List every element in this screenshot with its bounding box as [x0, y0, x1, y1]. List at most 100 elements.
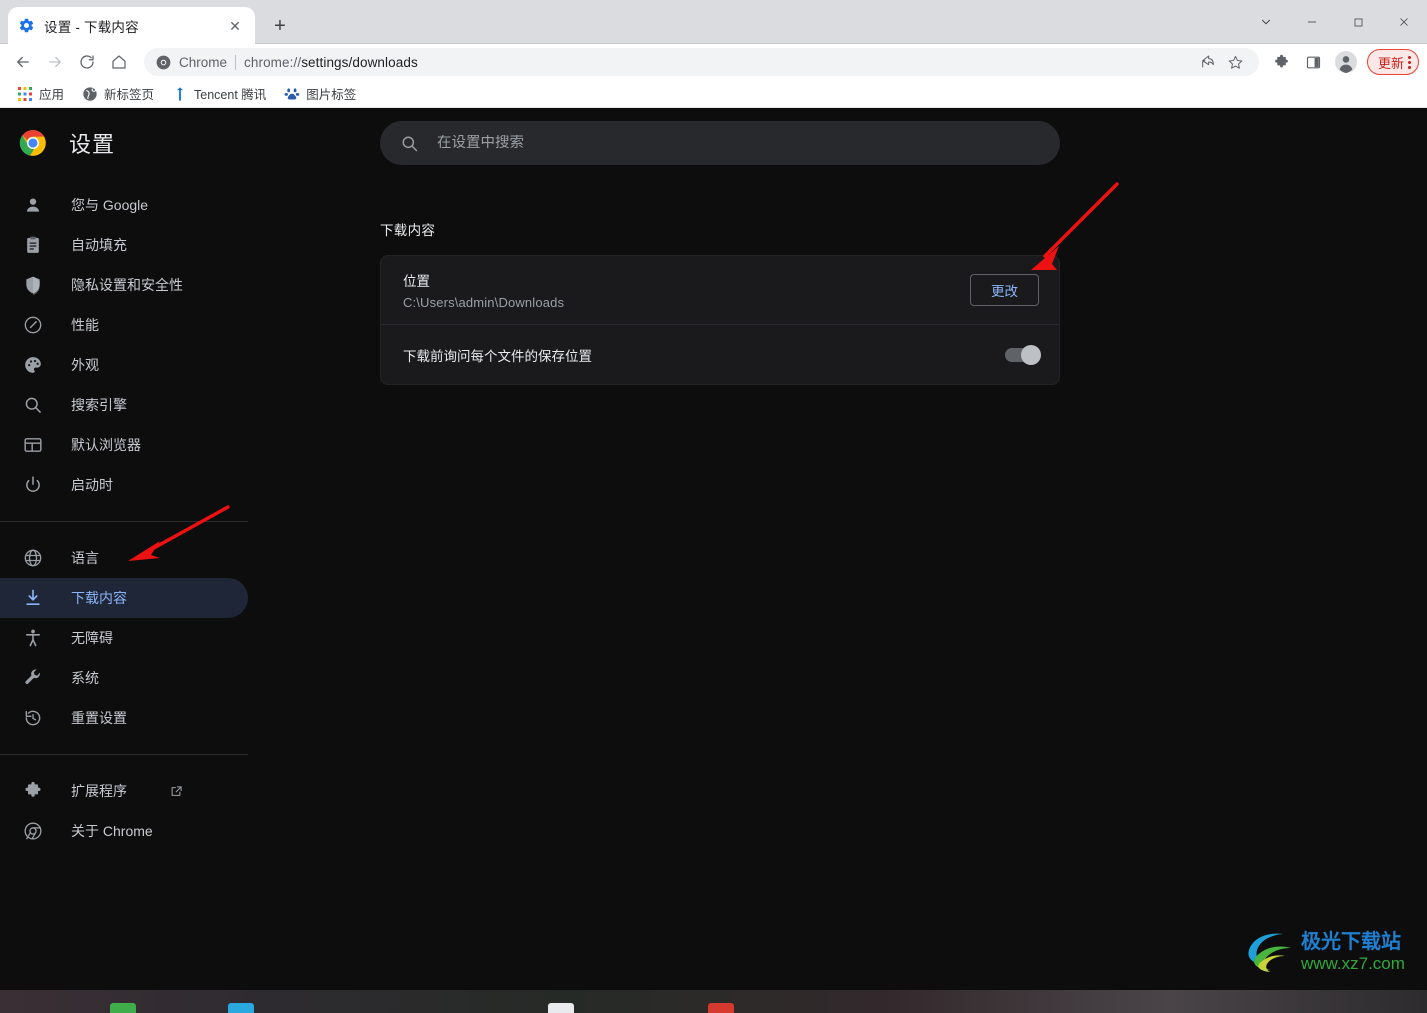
settings-main: 下载内容 位置 C:\Users\admin\Downloads 更改 下载前询… [280, 109, 1427, 990]
chrome-icon [23, 821, 43, 841]
tab-close-icon[interactable]: ✕ [225, 16, 245, 36]
sidebar-item-appearance[interactable]: 外观 [0, 345, 248, 385]
windows-taskbar[interactable] [0, 990, 1427, 1013]
chrome-icon [156, 55, 171, 70]
sidebar-item-autofill[interactable]: 自动填充 [0, 225, 248, 265]
bookmark-tencent[interactable]: Tencent 腾讯 [165, 81, 273, 106]
settings-sidebar: 设置 您与 Google 自动填充 隐私设置和安全性 性能 外观 搜索引擎 默认… [0, 109, 280, 990]
location-label: 位置 [403, 274, 430, 289]
reload-icon[interactable] [72, 47, 102, 77]
search-box[interactable] [380, 121, 1060, 165]
sidebar-item-extensions[interactable]: 扩展程序 [0, 771, 248, 811]
settings-page: 设置 您与 Google 自动填充 隐私设置和安全性 性能 外观 搜索引擎 默认… [0, 109, 1427, 990]
title-bar: 设置 - 下载内容 ✕ + [0, 0, 1427, 44]
sidebar-item-reset-settings[interactable]: 重置设置 [0, 698, 248, 738]
taskbar-icon-1[interactable] [110, 1003, 136, 1013]
address-bar[interactable]: Chrome chrome://settings/downloads [144, 48, 1259, 76]
bookmark-new-tab[interactable]: 新标签页 [75, 81, 161, 106]
sidebar-item-label: 重置设置 [71, 710, 127, 726]
tencent-icon [172, 86, 188, 102]
sidebar-item-label: 启动时 [71, 477, 113, 493]
extensions-puzzle-icon[interactable] [1267, 47, 1297, 77]
taskbar-icon-4[interactable] [708, 1003, 734, 1013]
omnibox-separator [235, 54, 237, 70]
sidebar-item-label: 系统 [71, 670, 99, 686]
watermark-logo: 极光下载站 www.xz7.com [1248, 929, 1405, 973]
sidebar-item-search-engine[interactable]: 搜索引擎 [0, 385, 248, 425]
globe-icon [23, 548, 43, 568]
sidebar-item-you-and-google[interactable]: 您与 Google [0, 185, 248, 225]
maximize-button[interactable] [1335, 0, 1381, 44]
bookmark-star-icon[interactable] [1223, 49, 1249, 75]
omnibox-app-label: Chrome [179, 54, 228, 70]
sidebar-item-label: 无障碍 [71, 630, 113, 646]
sidebar-item-performance[interactable]: 性能 [0, 305, 248, 345]
sidebar-item-label: 扩展程序 [71, 783, 127, 799]
palette-icon [23, 355, 43, 375]
window-controls [1243, 0, 1427, 44]
sidebar-item-about-chrome[interactable]: 关于 Chrome [0, 811, 248, 851]
sidebar-item-privacy-security[interactable]: 隐私设置和安全性 [0, 265, 248, 305]
change-location-button[interactable]: 更改 [970, 274, 1039, 306]
sidebar-item-accessibility[interactable]: 无障碍 [0, 618, 248, 658]
bookmark-image-tag[interactable]: 图片标签 [277, 81, 363, 106]
bookmark-apps[interactable]: 应用 [10, 81, 71, 106]
close-button[interactable] [1381, 0, 1427, 44]
ask-where-to-save-toggle[interactable] [1005, 344, 1041, 365]
browser-window-icon [23, 435, 43, 455]
download-location-row: 位置 C:\Users\admin\Downloads 更改 [381, 256, 1059, 324]
minimize-button[interactable] [1289, 0, 1335, 44]
sidebar-item-label: 下载内容 [71, 590, 127, 606]
update-button[interactable]: 更新 [1366, 49, 1419, 75]
search-icon [400, 134, 419, 153]
watermark-url: www.xz7.com [1300, 954, 1405, 973]
apps-grid-icon [17, 86, 33, 102]
taskbar-icon-3[interactable] [548, 1003, 574, 1013]
page-title: 设置 [69, 132, 116, 157]
ask-label: 下载前询问每个文件的保存位置 [403, 348, 592, 364]
speedometer-icon [23, 315, 43, 335]
sidebar-item-label: 外观 [71, 357, 99, 373]
taskbar-icon-2[interactable] [228, 1003, 254, 1013]
browser-toolbar: Chrome chrome://settings/downloads 更新 [0, 44, 1427, 80]
new-tab-button[interactable]: + [266, 12, 294, 40]
share-icon[interactable] [1195, 49, 1221, 75]
wrench-icon [23, 668, 43, 688]
sidebar-item-label: 关于 Chrome [71, 823, 153, 839]
sidebar-item-label: 您与 Google [71, 197, 149, 213]
sidebar-divider-2 [0, 754, 248, 755]
bookmark-label: 应用 [39, 88, 65, 102]
sidebar-item-system[interactable]: 系统 [0, 658, 248, 698]
download-icon [23, 588, 43, 608]
profile-avatar-icon[interactable] [1331, 47, 1361, 77]
sidebar-item-label: 语言 [71, 550, 99, 566]
omnibox-actions [1195, 49, 1249, 75]
update-label: 更新 [1377, 55, 1404, 71]
sidebar-item-label: 隐私设置和安全性 [71, 277, 183, 293]
tab-title: 设置 - 下载内容 [44, 19, 139, 35]
url-path: settings/downloads [301, 54, 418, 70]
home-icon[interactable] [104, 47, 134, 77]
bookmark-label: 新标签页 [104, 88, 155, 102]
tab-strip: 设置 - 下载内容 ✕ + [0, 0, 294, 44]
sidebar-item-label: 自动填充 [71, 237, 127, 253]
shield-icon [23, 275, 43, 295]
sidebar-item-on-startup[interactable]: 启动时 [0, 465, 248, 505]
menu-kebab-icon[interactable] [1408, 55, 1411, 69]
globe-icon [82, 86, 98, 102]
puzzle-icon [23, 781, 43, 801]
sidebar-nav: 您与 Google 自动填充 隐私设置和安全性 性能 外观 搜索引擎 默认浏览器… [0, 185, 280, 851]
downloads-settings-card: 位置 C:\Users\admin\Downloads 更改 下载前询问每个文件… [380, 255, 1060, 385]
accessibility-icon [23, 628, 43, 648]
sidebar-item-label: 性能 [71, 317, 99, 333]
browser-tab[interactable]: 设置 - 下载内容 ✕ [8, 7, 255, 44]
sidebar-item-default-browser[interactable]: 默认浏览器 [0, 425, 248, 465]
sidebar-item-label: 默认浏览器 [71, 437, 141, 453]
sidebar-item-languages[interactable]: 语言 [0, 538, 248, 578]
tab-search-button[interactable] [1243, 0, 1289, 44]
side-panel-icon[interactable] [1299, 47, 1329, 77]
sidebar-item-downloads[interactable]: 下载内容 [0, 578, 248, 618]
forward-icon[interactable] [40, 47, 70, 77]
back-icon[interactable] [8, 47, 38, 77]
search-input[interactable] [437, 135, 1040, 151]
